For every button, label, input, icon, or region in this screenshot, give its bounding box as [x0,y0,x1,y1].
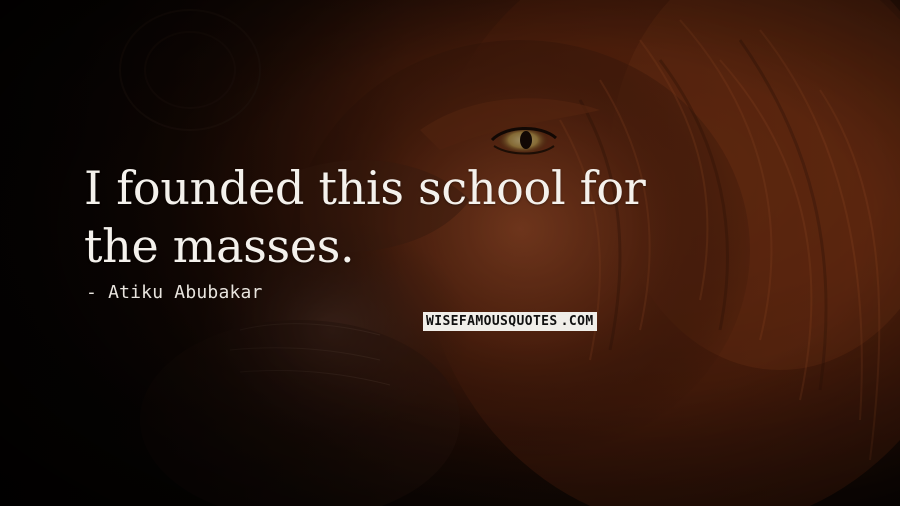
watermark-tld: .COM [560,312,597,331]
quote-author: - Atiku Abubakar [86,282,263,303]
watermark-name: WISEFAMOUSQUOTES [423,312,561,331]
site-watermark-logo: WISEFAMOUSQUOTES .COM [423,312,597,331]
quote-card: I founded this school for the masses. - … [0,0,900,506]
quote-line-2: the masses. [84,219,355,273]
quote-line-1: I founded this school for [84,161,646,215]
quote-text: I founded this school for the masses. [84,159,864,275]
